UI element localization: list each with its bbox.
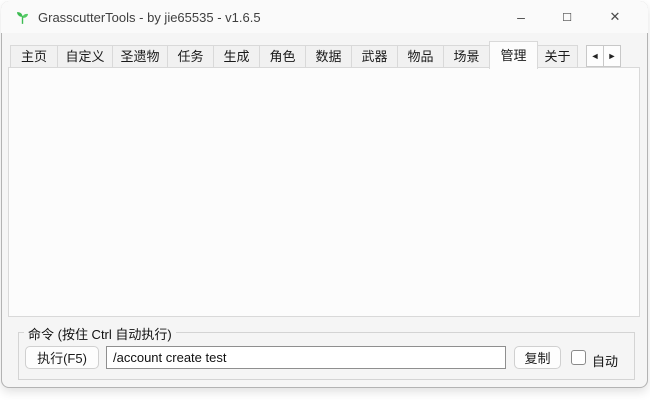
tab-scene[interactable]: 场景 (443, 45, 490, 68)
tab-spawn[interactable]: 生成 (213, 45, 260, 68)
tab-data[interactable]: 数据 (305, 45, 352, 68)
tab-custom[interactable]: 自定义 (57, 45, 113, 68)
grasscuttertools-window: GrasscutterTools - by jie65535 - v1.6.5 … (0, 0, 650, 400)
tab-quest[interactable]: 任务 (167, 45, 214, 68)
copy-command-button[interactable]: 复制 (514, 346, 561, 369)
app-logo-icon (14, 9, 31, 26)
arrow-left-icon: ◄ (591, 51, 600, 61)
maximize-button[interactable]: ☐ (544, 2, 590, 32)
tab-about[interactable]: 关于 (537, 45, 578, 68)
management-tab-panel (8, 67, 640, 317)
command-group-legend: 命令 (按住 Ctrl 自动执行) (24, 324, 176, 343)
auto-execute-checkbox[interactable] (571, 350, 586, 365)
tab-scroll-buttons: ◄ ► (586, 45, 620, 67)
title-bar[interactable]: GrasscutterTools - by jie65535 - v1.6.5 … (1, 1, 648, 33)
tab-management[interactable]: 管理 (489, 41, 538, 69)
auto-execute-label: 自动 (592, 351, 618, 370)
tab-artifact[interactable]: 圣遗物 (112, 45, 168, 68)
run-command-button[interactable]: 执行(F5) (25, 346, 99, 369)
minimize-button[interactable]: – (498, 2, 544, 32)
tab-scroll-right-button[interactable]: ► (603, 45, 621, 67)
tab-item[interactable]: 物品 (397, 45, 444, 68)
tab-weapon[interactable]: 武器 (351, 45, 398, 68)
minimize-icon: – (517, 9, 525, 25)
maximize-icon: ☐ (562, 11, 572, 24)
tab-home[interactable]: 主页 (10, 45, 58, 68)
close-button[interactable]: ✕ (590, 2, 640, 32)
arrow-right-icon: ► (608, 51, 617, 61)
close-icon: ✕ (610, 9, 621, 25)
tab-avatar[interactable]: 角色 (259, 45, 306, 68)
command-input[interactable] (106, 346, 506, 369)
tab-strip: 主页 自定义 圣遗物 任务 生成 角色 数据 武器 物品 场景 管理 关于 ◄ … (10, 41, 620, 68)
window-title: GrasscutterTools - by jie65535 - v1.6.5 (38, 10, 261, 25)
tab-scroll-left-button[interactable]: ◄ (586, 45, 604, 67)
